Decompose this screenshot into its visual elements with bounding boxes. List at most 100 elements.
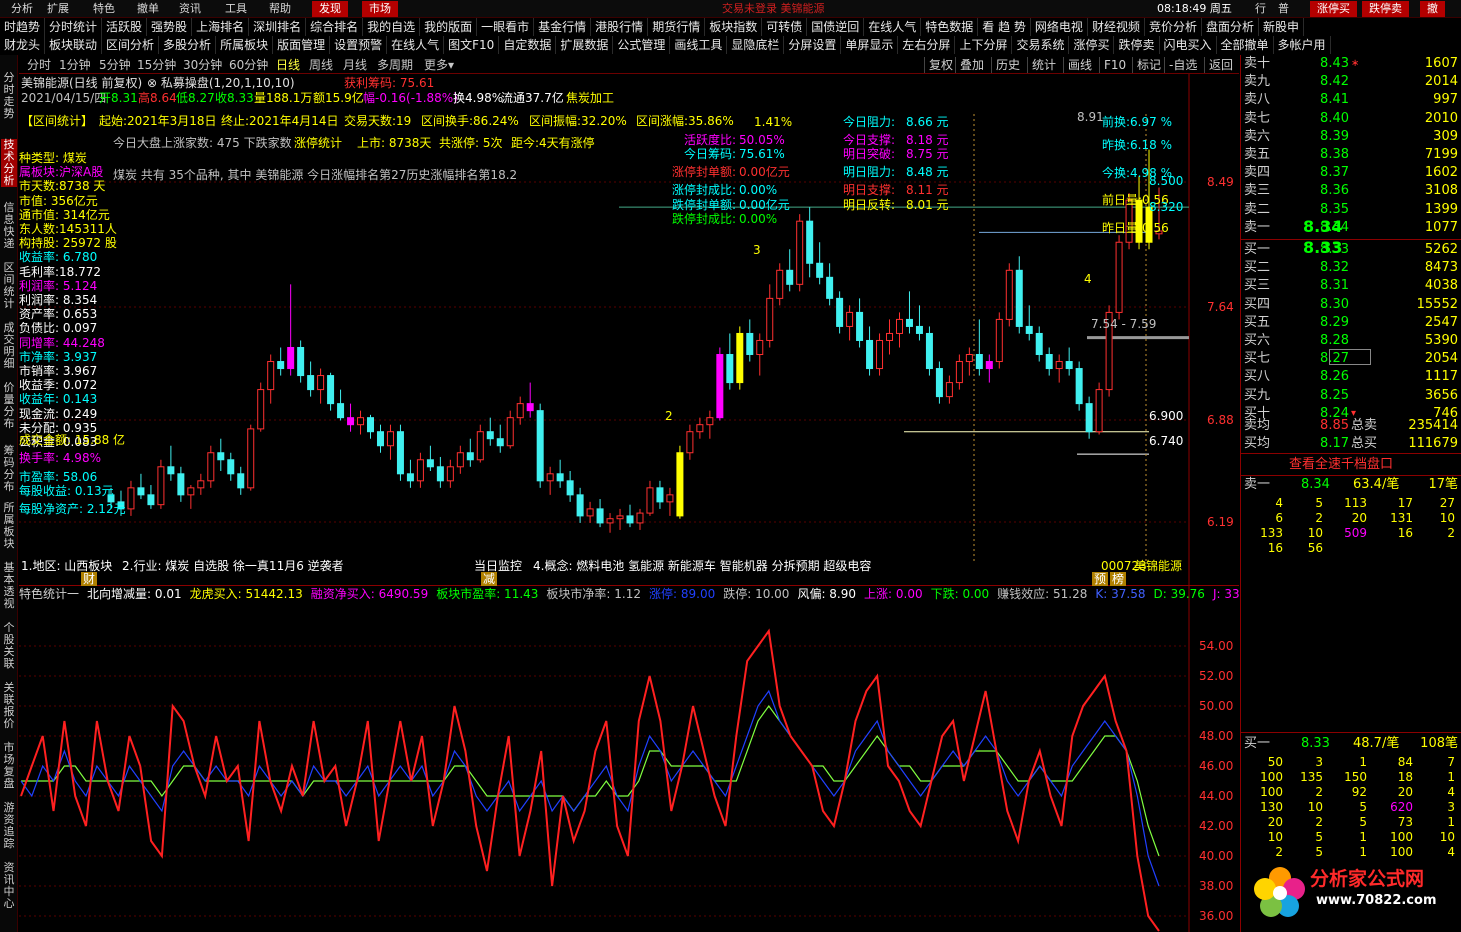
- menu1-item-7[interactable]: 我的自选: [363, 18, 421, 36]
- menu2-item-14[interactable]: 分屏设置: [784, 36, 842, 54]
- topright-4[interactable]: 撤: [1420, 1, 1445, 17]
- period-tab-2[interactable]: 5分钟: [99, 57, 131, 73]
- menu1-item-21[interactable]: 竞价分析: [1145, 18, 1202, 36]
- left-tab-10[interactable]: 关联报价: [1, 682, 17, 730]
- menu1-item-8[interactable]: 我的版面: [420, 18, 478, 36]
- buy-row-1[interactable]: 买二 8.32 8473: [1241, 259, 1461, 277]
- menu1-item-4[interactable]: 上海排名: [192, 18, 250, 36]
- menu1-item-3[interactable]: 强势股: [147, 18, 193, 36]
- menu2-item-13[interactable]: 显隐底栏: [727, 36, 785, 54]
- menu2-item-11[interactable]: 公式管理: [613, 36, 671, 54]
- menu2-item-12[interactable]: 画线工具: [670, 36, 728, 54]
- period-tab-4[interactable]: 30分钟: [183, 57, 222, 73]
- menu2-item-21[interactable]: 闪电买入: [1160, 36, 1217, 54]
- menu1-item-9[interactable]: 一眼看市: [477, 18, 535, 36]
- tool-button-3[interactable]: 统计: [1027, 57, 1060, 73]
- period-tab-5[interactable]: 60分钟: [229, 57, 268, 73]
- buy-row-5[interactable]: 买六 8.28 5390: [1241, 332, 1461, 350]
- topmenu-4[interactable]: 资讯: [172, 1, 208, 17]
- menu2-item-1[interactable]: 板块联动: [45, 36, 103, 54]
- menu1-item-17[interactable]: 特色数据: [921, 18, 979, 36]
- tool-button-5[interactable]: F10: [1099, 57, 1130, 73]
- menu2-item-5[interactable]: 版面管理: [273, 36, 331, 54]
- tool-button-1[interactable]: 叠加: [955, 57, 988, 73]
- left-tab-13[interactable]: 资讯中心: [1, 862, 17, 910]
- period-tab-6[interactable]: 日线: [276, 57, 300, 73]
- left-tab-2[interactable]: 信息快递: [1, 202, 17, 250]
- topmenu-3[interactable]: 撤单: [130, 1, 166, 17]
- period-tab-3[interactable]: 15分钟: [137, 57, 176, 73]
- menu2-item-16[interactable]: 左右分屏: [898, 36, 956, 54]
- menu2-item-15[interactable]: 单屏显示: [841, 36, 899, 54]
- menu1-item-2[interactable]: 活跃股: [102, 18, 148, 36]
- menu2-item-0[interactable]: 财龙头: [0, 36, 46, 54]
- buy-row-7[interactable]: 买八 8.26 1117: [1241, 368, 1461, 386]
- sell-row-3[interactable]: 卖七 8.40 2010: [1241, 110, 1461, 128]
- sell-row-7[interactable]: 卖三 8.36 3108: [1241, 182, 1461, 200]
- left-tab-4[interactable]: 成交明细: [1, 322, 17, 370]
- tool-button-0[interactable]: 复权: [924, 57, 957, 73]
- topright-1[interactable]: 普: [1271, 1, 1296, 17]
- topmenu-6[interactable]: 帮助: [262, 1, 298, 17]
- kdj-indicator-panel[interactable]: 特色统计一 北向增减量: 0.01 龙虎买入: 51442.13 融资净买入: 649…: [19, 586, 1259, 932]
- indicator-name[interactable]: ⊗ 私募操盘(1,20,1,10,10): [147, 76, 295, 90]
- menu2-item-8[interactable]: 图文F10: [444, 36, 500, 54]
- menu1-item-1[interactable]: 分时统计: [45, 18, 103, 36]
- left-tab-5[interactable]: 价量分布: [1, 382, 17, 430]
- sell-row-6[interactable]: 卖四 8.37 1602: [1241, 164, 1461, 182]
- menu2-item-4[interactable]: 所属板块: [216, 36, 274, 54]
- menu-market[interactable]: 市场: [362, 1, 398, 17]
- menu1-item-12[interactable]: 期货行情: [648, 18, 706, 36]
- left-tab-1[interactable]: 技术分析: [1, 139, 17, 187]
- left-tab-6[interactable]: 筹码分布: [1, 445, 17, 493]
- left-tab-8[interactable]: 基本透视: [1, 562, 17, 610]
- left-tab-9[interactable]: 个股关联: [1, 622, 17, 670]
- menu1-item-15[interactable]: 国债逆回: [807, 18, 865, 36]
- sell-row-4[interactable]: 卖六 8.39 309: [1241, 128, 1461, 146]
- menu1-item-16[interactable]: 在线人气: [864, 18, 922, 36]
- menu1-item-6[interactable]: 综合排名: [306, 18, 364, 36]
- menu1-item-23[interactable]: 新股申: [1259, 18, 1304, 36]
- sell-row-8[interactable]: 卖二 8.35 1399: [1241, 201, 1461, 219]
- menu2-item-22[interactable]: 全部撤单: [1217, 36, 1274, 54]
- topright-3[interactable]: 跌停卖: [1362, 1, 1409, 17]
- menu2-item-23[interactable]: 多帐户用: [1274, 36, 1331, 54]
- topright-0[interactable]: 行: [1248, 1, 1273, 17]
- topmenu-5[interactable]: 工具: [218, 1, 254, 17]
- menu1-item-14[interactable]: 可转债: [762, 18, 808, 36]
- depth-link[interactable]: 查看全速千档盘口: [1289, 456, 1393, 474]
- menu1-item-5[interactable]: 深圳排名: [249, 18, 307, 36]
- left-tab-3[interactable]: 区间统计: [1, 262, 17, 310]
- period-tab-1[interactable]: 1分钟: [59, 57, 91, 73]
- sell-row-5[interactable]: 卖五 8.38 7199: [1241, 146, 1461, 164]
- menu1-item-13[interactable]: 板块指数: [705, 18, 763, 36]
- tool-button-6[interactable]: 标记: [1132, 57, 1165, 73]
- menu1-item-20[interactable]: 财经视频: [1088, 18, 1145, 36]
- menu1-item-19[interactable]: 网络电视: [1031, 18, 1088, 36]
- menu2-item-10[interactable]: 扩展数据: [556, 36, 614, 54]
- left-tab-7[interactable]: 所属板块: [1, 502, 17, 550]
- left-tab-0[interactable]: 分时走势: [1, 72, 17, 120]
- tool-button-8[interactable]: 返回: [1204, 57, 1237, 73]
- sell-row-2[interactable]: 卖八 8.41 997: [1241, 91, 1461, 109]
- buy-row-2[interactable]: 买三 8.31 4038: [1241, 277, 1461, 295]
- sell-row-0[interactable]: 卖十 8.43 ∗ 1607: [1241, 55, 1461, 73]
- topmenu-2[interactable]: 特色: [86, 1, 122, 17]
- period-tab-8[interactable]: 月线: [343, 57, 367, 73]
- menu1-item-22[interactable]: 盘面分析: [1202, 18, 1259, 36]
- menu2-item-7[interactable]: 在线人气: [387, 36, 445, 54]
- period-tab-9[interactable]: 多周期: [377, 57, 413, 73]
- period-tab-0[interactable]: 分时: [27, 57, 51, 73]
- tool-button-2[interactable]: 历史: [991, 57, 1024, 73]
- menu1-item-18[interactable]: 看 趋 势: [978, 18, 1031, 36]
- topmenu-1[interactable]: 扩展: [40, 1, 76, 17]
- period-tab-10[interactable]: 更多▾: [424, 57, 454, 73]
- menu2-item-19[interactable]: 涨停买: [1069, 36, 1115, 54]
- buy-row-4[interactable]: 买五 8.29 2547: [1241, 314, 1461, 332]
- menu1-item-10[interactable]: 基金行情: [534, 18, 592, 36]
- period-tab-7[interactable]: 周线: [309, 57, 333, 73]
- buy-row-8[interactable]: 买九 8.25 3656: [1241, 387, 1461, 405]
- tool-button-4[interactable]: 画线: [1063, 57, 1096, 73]
- topright-2[interactable]: 涨停买: [1310, 1, 1357, 17]
- menu1-item-11[interactable]: 港股行情: [591, 18, 649, 36]
